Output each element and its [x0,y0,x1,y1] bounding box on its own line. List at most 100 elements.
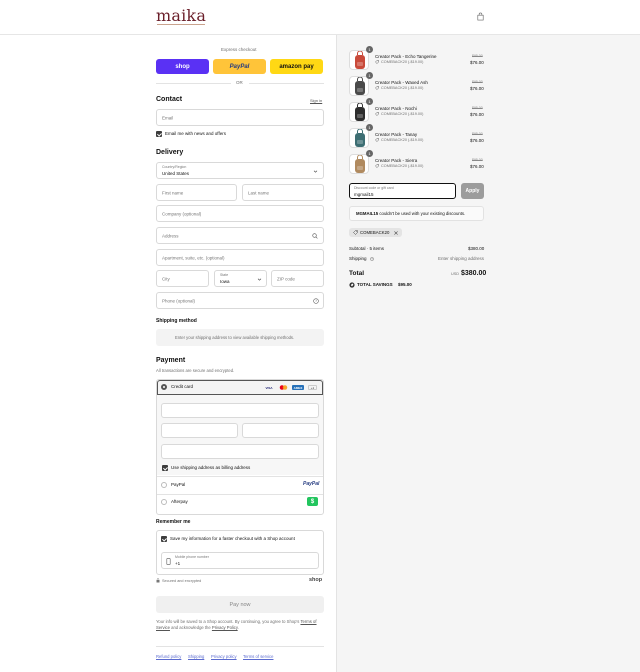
info-icon[interactable]: ? [370,257,374,261]
contact-heading: Contact [156,96,183,103]
help-icon[interactable]: ? [313,298,319,304]
subtotal-value: $380.00 [468,246,485,251]
quantity-badge-value: 1 [368,73,371,78]
product-price: $76.00 [470,86,484,91]
product-thumbnail [349,154,369,174]
backpack-icon [355,77,365,95]
discount-tag-icon [375,138,379,142]
discount-error-code: MGMAIL15 [356,211,379,216]
search-icon [312,233,318,239]
express-checkout-heading: Express checkout [221,47,257,52]
pay-now-label: Pay now [229,601,251,608]
paypal-express-button[interactable]: PayPal [213,59,266,74]
paypal-radio[interactable] [161,482,167,488]
credit-card-radio[interactable] [161,384,167,390]
privacy-policy-link[interactable]: Privacy Policy [212,625,238,630]
afterpay-radio[interactable] [161,499,167,505]
billing-checkbox[interactable] [162,465,168,471]
state-select[interactable]: State Iowa [214,270,267,287]
payment-divider [157,476,323,477]
order-summary-panel [336,35,640,672]
card-number-field[interactable] [161,403,319,418]
total-savings-label: TOTAL SAVINGS [357,282,393,287]
sign-in-link[interactable]: Sign in [310,98,322,103]
quantity-badge-value: 1 [368,125,371,130]
product-thumbnail [349,102,369,122]
save-info-checkbox[interactable] [161,536,167,542]
paypal-option-label[interactable]: PayPal [171,482,185,487]
secure-label: Secured and encrypted [162,579,202,583]
refund-policy-link[interactable]: Refund policy [156,654,181,659]
mobile-phone-icon [166,558,171,565]
email-field[interactable]: Email [156,109,324,126]
paypal-express-label: PayPal [229,63,250,70]
product-original-price: $95.00 [472,158,483,162]
product-price: $76.00 [470,138,484,143]
tag-icon [353,230,358,235]
backpack-icon [355,129,365,147]
close-icon[interactable] [394,230,398,235]
discount-code-field[interactable]: Discount code or gift card mgmail15 [349,183,456,199]
quantity-badge-value: 1 [368,99,371,104]
last-name-field[interactable]: Last name [242,184,324,201]
company-field[interactable]: Company (optional) [156,205,324,222]
backpack-icon [355,51,365,69]
quantity-badge-value: 1 [368,151,371,156]
quantity-badge: 1 [366,72,373,79]
product-discount: COMEBACK20 (-$19.00) [381,164,424,168]
product-price: $76.00 [470,112,484,117]
city-field[interactable]: City [156,270,209,287]
card-name-field[interactable] [161,444,319,459]
country-select[interactable]: Country/Region United States [156,162,324,179]
or-divider-left [156,83,231,84]
header: maika [0,0,640,35]
discount-tag-icon [375,60,379,64]
privacy-policy-footer-link[interactable]: Privacy policy [211,654,237,659]
more-cards-label: +1 [310,385,315,390]
first-name-field[interactable]: First name [156,184,237,201]
card-expiry-field[interactable] [161,423,238,438]
shipping-method-heading: Shipping method [156,318,197,324]
news-label: Email me with news and offers [165,131,226,136]
applied-discount-tag: COMEBACK20 [349,228,402,237]
afterpay-logo-label: $ [310,498,315,505]
backpack-icon [355,103,365,121]
amazon-pay-button[interactable]: amazon pay [270,59,323,74]
shopping-bag-icon[interactable] [476,12,485,21]
product-original-price: $95.00 [472,106,483,110]
brand-logo[interactable]: maika [156,6,206,25]
news-checkbox[interactable] [156,131,162,137]
legal-text-2: and acknowledge the [171,625,211,630]
product-name: Creator Pack - Waxed Ash [375,80,428,85]
apartment-field[interactable]: Apartment, suite, etc. (optional) [156,249,324,266]
terms-of-service-footer-link[interactable]: Terms of service [243,654,273,659]
zip-field[interactable]: ZIP code [271,270,324,287]
more-cards-badge: +1 [308,385,317,390]
shipping-method-notice: Enter your shipping address to view avai… [175,335,295,340]
save-info-label: Save my information for a faster checkou… [170,536,295,541]
shop-pay-button[interactable]: shop [156,59,209,74]
address-placeholder: Address [162,233,179,238]
discount-code-value: mgmail15 [354,192,374,197]
brand-logo-underline [157,24,205,25]
quantity-badge: 1 [366,150,373,157]
payment-divider [157,494,323,495]
shipping-method-notice-box: Enter your shipping address to view avai… [156,329,324,346]
phone-field[interactable]: Phone (optional) ? [156,292,324,309]
mobile-phone-field[interactable]: Mobile phone number +1 [161,552,319,569]
address-field[interactable]: Address [156,227,324,244]
afterpay-option-label[interactable]: Afterpay [171,499,188,504]
pay-now-button[interactable]: Pay now [156,596,324,613]
product-discount: COMEBACK20 (-$19.00) [381,60,424,64]
mastercard-icon [278,385,288,390]
state-value: Iowa [220,279,230,284]
state-label: State [220,273,229,277]
discount-code-label: Discount code or gift card [354,186,394,190]
apply-discount-button[interactable]: Apply [461,183,484,199]
legal-text: Your info will be saved to a Shop accoun… [156,619,326,631]
card-cvv-field[interactable] [242,423,319,438]
country-value: United States [162,171,190,176]
amex-icon: AMEX [292,385,304,390]
quantity-badge: 1 [366,98,373,105]
shipping-policy-link[interactable]: Shipping [188,654,204,659]
